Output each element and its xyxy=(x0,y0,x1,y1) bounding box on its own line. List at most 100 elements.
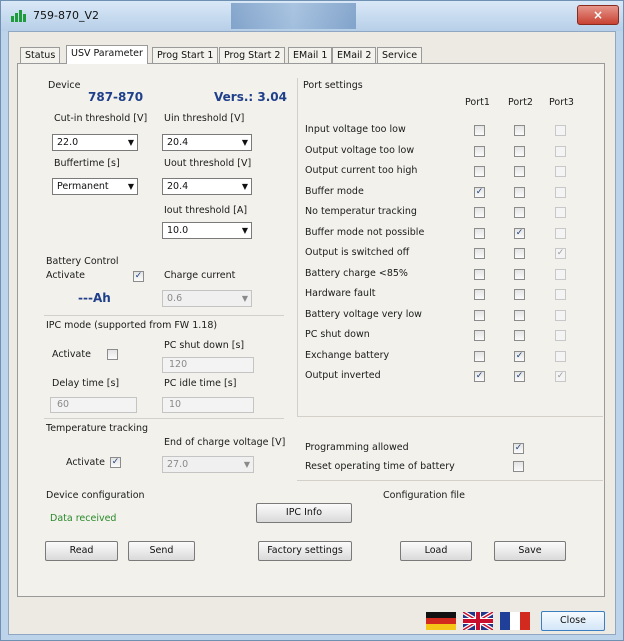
uk-flag-icon[interactable] xyxy=(463,612,493,630)
iout-threshold-select[interactable]: 10.0 ▼ xyxy=(162,222,252,239)
configuration-file-title: Configuration file xyxy=(383,490,465,501)
port1-checkbox[interactable] xyxy=(474,350,485,362)
port3-checkbox[interactable] xyxy=(555,227,566,239)
uin-threshold-select[interactable]: 20.4 ▼ xyxy=(162,134,252,151)
port3-checkbox[interactable]: ✓ xyxy=(555,371,566,382)
data-received-status: Data received xyxy=(50,513,117,524)
port1-checkbox[interactable] xyxy=(474,207,485,218)
temperature-activate-checkbox[interactable]: ✓ xyxy=(110,457,121,468)
port1-checkbox[interactable] xyxy=(474,125,485,136)
port3-checkbox[interactable] xyxy=(555,186,566,198)
port2-checkbox[interactable] xyxy=(514,268,525,280)
tab-service[interactable]: Service xyxy=(377,47,423,63)
port1-checkbox[interactable] xyxy=(474,227,485,239)
port1-checkbox[interactable] xyxy=(474,145,485,157)
port3-checkbox[interactable] xyxy=(555,145,566,157)
port2-checkbox[interactable]: ✓ xyxy=(514,227,525,239)
device-label: Device xyxy=(48,80,81,91)
end-of-charge-value: 27.0 xyxy=(167,459,189,470)
port3-checkbox[interactable] xyxy=(555,268,566,280)
uin-threshold-label: Uin threshold [V] xyxy=(164,113,245,124)
port2-checkbox[interactable] xyxy=(514,330,525,341)
tab-usv-parameter[interactable]: USV Parameter xyxy=(66,45,148,64)
programming-allowed-checkbox[interactable]: ✓ xyxy=(513,443,524,454)
port2-checkbox[interactable] xyxy=(514,248,525,259)
port1-checkbox[interactable]: ✓ xyxy=(474,371,485,382)
port1-checkbox[interactable] xyxy=(474,330,485,341)
title-bar[interactable]: 759-870_V2 × xyxy=(1,1,623,31)
port1-header: Port1 xyxy=(465,97,490,108)
port2-checkbox[interactable] xyxy=(514,166,525,177)
device-version: Vers.: 3.04 xyxy=(214,90,287,104)
chevron-down-icon: ▼ xyxy=(241,182,248,191)
port3-checkbox[interactable] xyxy=(555,330,566,341)
buffertime-value: Permanent xyxy=(57,181,109,192)
port3-checkbox[interactable] xyxy=(555,289,566,300)
french-flag-icon[interactable] xyxy=(500,612,530,630)
port-setting-label: Buffer mode xyxy=(305,185,364,197)
port3-checkbox[interactable] xyxy=(555,125,566,136)
temperature-activate-label: Activate xyxy=(66,457,105,468)
charge-current-select[interactable]: 0.6 ▼ xyxy=(162,290,252,307)
port-setting-label: Output is switched off xyxy=(305,247,410,258)
battery-activate-checkbox[interactable]: ✓ xyxy=(133,271,144,282)
cutin-threshold-label: Cut-in threshold [V] xyxy=(54,113,148,124)
pc-shutdown-field[interactable]: 120 xyxy=(162,357,254,373)
tab-email-1[interactable]: EMail 1 xyxy=(288,47,333,63)
divider xyxy=(44,315,284,316)
tab-email-2[interactable]: EMail 2 xyxy=(332,47,377,63)
port3-checkbox[interactable] xyxy=(555,309,566,321)
uout-threshold-select[interactable]: 20.4 ▼ xyxy=(162,178,252,195)
pc-idle-field[interactable]: 10 xyxy=(162,397,254,413)
factory-settings-button[interactable]: Factory settings xyxy=(258,541,352,561)
window-close-button[interactable]: × xyxy=(577,5,619,25)
iout-threshold-label: Iout threshold [A] xyxy=(164,205,248,216)
port2-checkbox[interactable] xyxy=(514,207,525,218)
port2-checkbox[interactable] xyxy=(514,309,525,321)
uout-threshold-value: 20.4 xyxy=(167,181,189,192)
port2-checkbox[interactable] xyxy=(514,289,525,300)
cutin-threshold-select[interactable]: 22.0 ▼ xyxy=(52,134,138,151)
port1-checkbox[interactable] xyxy=(474,248,485,259)
port2-checkbox[interactable] xyxy=(514,186,525,198)
port1-checkbox[interactable] xyxy=(474,309,485,321)
close-button[interactable]: Close xyxy=(541,611,605,631)
port3-checkbox[interactable] xyxy=(555,207,566,218)
port1-checkbox[interactable] xyxy=(474,289,485,300)
ipc-info-button[interactable]: IPC Info xyxy=(256,503,352,523)
port3-checkbox[interactable]: ✓ xyxy=(555,248,566,259)
port2-checkbox[interactable]: ✓ xyxy=(514,350,525,362)
port-setting-label: PC shut down xyxy=(305,329,370,340)
chevron-down-icon: ▼ xyxy=(241,294,248,303)
load-button[interactable]: Load xyxy=(400,541,472,561)
tab-status[interactable]: Status xyxy=(20,47,61,63)
chevron-down-icon: ▼ xyxy=(241,138,248,147)
port3-checkbox[interactable] xyxy=(555,166,566,177)
port1-checkbox[interactable] xyxy=(474,166,485,177)
save-button[interactable]: Save xyxy=(494,541,566,561)
chevron-down-icon: ▼ xyxy=(127,138,134,147)
buffertime-select[interactable]: Permanent ▼ xyxy=(52,178,138,195)
tab-prog-start-2[interactable]: Prog Start 2 xyxy=(219,47,286,63)
ipc-activate-checkbox[interactable] xyxy=(107,349,118,360)
reset-operating-time-checkbox[interactable] xyxy=(513,461,524,472)
port-settings-title: Port settings xyxy=(303,80,363,91)
send-button[interactable]: Send xyxy=(128,541,195,561)
port3-checkbox[interactable] xyxy=(555,350,566,362)
uin-threshold-value: 20.4 xyxy=(167,137,189,148)
tab-prog-start-1[interactable]: Prog Start 1 xyxy=(152,47,219,63)
port1-checkbox[interactable]: ✓ xyxy=(474,186,485,198)
uout-threshold-label: Uout threshold [V] xyxy=(164,158,252,169)
end-of-charge-select[interactable]: 27.0 ▼ xyxy=(162,456,254,473)
german-flag-icon[interactable] xyxy=(426,612,456,630)
port2-checkbox[interactable]: ✓ xyxy=(514,371,525,382)
port1-checkbox[interactable] xyxy=(474,268,485,280)
port-setting-label: Output current too high xyxy=(305,165,418,176)
port2-checkbox[interactable] xyxy=(514,125,525,136)
read-button[interactable]: Read xyxy=(45,541,118,561)
chevron-down-icon: ▼ xyxy=(241,226,248,235)
reset-operating-time-label: Reset operating time of battery xyxy=(305,461,455,472)
delay-time-field[interactable]: 60 xyxy=(50,397,137,413)
port2-checkbox[interactable] xyxy=(514,145,525,157)
ipc-mode-title: IPC mode (supported from FW 1.18) xyxy=(46,320,218,331)
